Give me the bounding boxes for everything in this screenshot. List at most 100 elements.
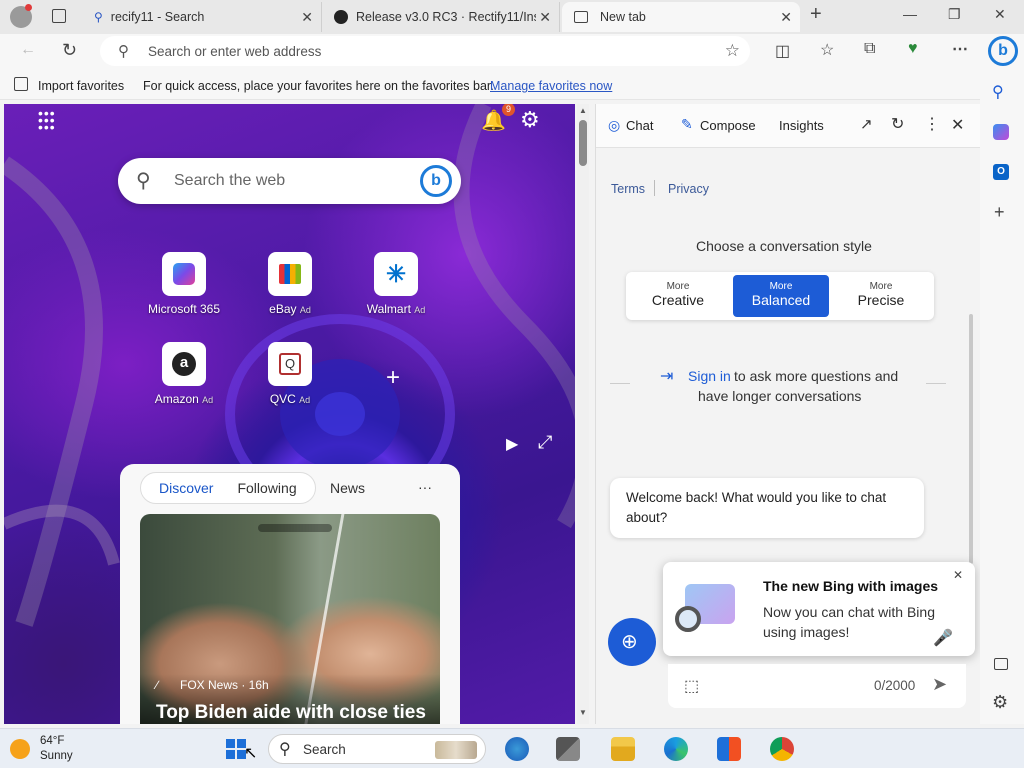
close-tab-icon[interactable]: ✕ (780, 9, 792, 26)
popup-title: The new Bing with images (763, 578, 939, 594)
style-creative-button[interactable]: More Creative (630, 275, 726, 317)
taskbar-search-placeholder: Search (303, 742, 346, 757)
new-tab-plus-icon[interactable]: + (810, 3, 822, 26)
chrome-icon[interactable] (770, 737, 794, 761)
weather-temperature[interactable]: 64°F (40, 735, 64, 747)
file-explorer-icon[interactable] (611, 737, 635, 761)
add-tile-plus-icon[interactable]: + (386, 364, 400, 392)
compose-icon: ✎ (681, 116, 693, 132)
style-balanced-button[interactable]: More Balanced (733, 275, 829, 317)
address-placeholder: Search or enter web address (148, 44, 322, 59)
minimize-icon[interactable]: — (903, 6, 917, 22)
tab-insights[interactable]: Insights (779, 118, 824, 133)
tab-actions-icon[interactable] (52, 9, 66, 23)
outlook-icon[interactable]: O (993, 164, 1009, 180)
weather-description: Sunny (40, 750, 73, 762)
close-tab-icon[interactable]: ✕ (301, 9, 313, 26)
add-sidebar-app-icon[interactable]: + (994, 202, 1005, 223)
tab-new-tab[interactable]: New tab ✕ (562, 2, 800, 32)
image-search-illustration (675, 580, 747, 638)
web-search-box[interactable]: ⚲ Search the web b (118, 158, 461, 204)
news-headline[interactable]: Top Biden aide with close ties (156, 702, 426, 724)
style-precise-button[interactable]: More Precise (833, 275, 929, 317)
tile-qvc[interactable]: Q QVC Ad (245, 342, 335, 406)
tab-chat[interactable]: Chat (626, 118, 653, 133)
tab-news[interactable]: News (318, 480, 377, 496)
collections-icon[interactable]: ⧉ (864, 40, 875, 58)
edge-canary-icon[interactable] (505, 737, 529, 761)
chat-icon: ◎ (608, 117, 621, 133)
tab-following[interactable]: Following (225, 480, 308, 496)
microsoft-store-icon[interactable] (717, 737, 741, 761)
performance-icon[interactable]: ♥ (908, 40, 918, 58)
close-tab-icon[interactable]: ✕ (539, 9, 551, 26)
tab-discover[interactable]: Discover (147, 480, 225, 496)
scroll-up-icon[interactable]: ▲ (579, 106, 587, 115)
sign-in-link[interactable]: Sign in (688, 368, 731, 384)
tile-microsoft-365[interactable]: Microsoft 365 (139, 252, 229, 316)
page-scrollbar[interactable]: ▲ ▼ (577, 104, 589, 724)
apps-launcher-icon[interactable]: ••• ••• ••• (38, 106, 58, 134)
copilot-panel: ◎ Chat ✎ Compose Insights ↗ ↻ ⋮ ✕ Terms … (595, 104, 980, 724)
tab-compose[interactable]: Compose (700, 118, 756, 133)
start-windows-icon[interactable] (226, 739, 246, 759)
news-card[interactable]: ∕ FOX News · 16h Top Biden aide with clo… (140, 514, 440, 724)
refresh-icon[interactable]: ↻ (62, 40, 77, 61)
favorite-star-icon[interactable]: ☆ (725, 41, 740, 61)
privacy-link[interactable]: Privacy (668, 182, 709, 196)
bing-visual-search-icon[interactable]: b (420, 165, 452, 197)
tab-title: New tab (600, 10, 646, 24)
weather-sun-icon[interactable] (10, 739, 30, 759)
chat-input-bar[interactable]: ⬚ 0/2000 ➤ (668, 664, 966, 708)
close-popup-icon[interactable]: ✕ (953, 568, 963, 582)
terms-link[interactable]: Terms (611, 182, 645, 196)
panel-scrollbar[interactable] (969, 314, 973, 564)
hide-sidebar-icon[interactable] (994, 658, 1008, 670)
more-options-icon[interactable]: ⋯ (952, 39, 968, 59)
restore-icon[interactable]: ❐ (948, 6, 961, 23)
edge-browser-icon[interactable] (664, 737, 688, 761)
visual-search-icon[interactable]: ⬚ (684, 676, 699, 696)
task-view-icon[interactable] (556, 737, 580, 761)
divider-right (926, 383, 946, 384)
split-screen-icon[interactable]: ◫ (775, 41, 790, 61)
ad-badge: Ad (414, 305, 426, 315)
tab-search[interactable]: ⚲ recify11 - Search ✕ (86, 2, 322, 32)
ad-badge: Ad (299, 395, 311, 405)
tile-walmart[interactable]: ✳ Walmart Ad (351, 252, 441, 316)
tile-amazon[interactable]: a Amazon Ad (139, 342, 229, 406)
tile-label: Amazon (154, 392, 199, 406)
scroll-down-icon[interactable]: ▼ (579, 708, 587, 717)
play-background-icon[interactable]: ▶ (506, 434, 518, 454)
taskbar-search-box[interactable]: ⚲ Search (268, 734, 486, 764)
bing-copilot-icon[interactable]: b (988, 36, 1018, 66)
back-arrow-icon[interactable]: ← (20, 41, 36, 59)
close-panel-icon[interactable]: ✕ (951, 115, 964, 135)
windows-taskbar: 64°F Sunny ↖ ⚲ Search (0, 728, 1024, 768)
microphone-icon[interactable]: 🎤 (933, 628, 953, 648)
tile-ebay[interactable]: eBay Ad (245, 252, 335, 316)
conversation-style-selector: More Creative More Balanced More Precise (626, 272, 934, 320)
new-topic-button[interactable]: ⊕ (608, 618, 656, 666)
refresh-icon[interactable]: ↻ (891, 114, 904, 134)
address-bar[interactable]: ⚲ Search or enter web address ☆ (100, 36, 750, 66)
tile-label: Microsoft 365 (147, 302, 221, 316)
feed-more-icon[interactable]: ··· (418, 479, 432, 495)
sidebar-settings-gear-icon[interactable]: ⚙ (992, 692, 1008, 713)
favorites-icon[interactable]: ☆ (820, 40, 834, 60)
tab-github-release[interactable]: Release v3.0 RC3 · Rectify11/Inst ✕ (324, 2, 560, 32)
copilot-app-icon[interactable] (993, 124, 1009, 140)
tab-strip: ⚲ recify11 - Search ✕ Release v3.0 RC3 ·… (0, 0, 1024, 34)
expand-icon[interactable]: ⤢ (538, 432, 552, 453)
settings-gear-icon[interactable]: ⚙ (520, 107, 540, 133)
close-window-icon[interactable]: ✕ (994, 6, 1006, 23)
search-highlight-icon (435, 741, 477, 759)
profile-avatar[interactable] (10, 4, 32, 28)
open-in-new-tab-icon[interactable]: ↗ (860, 115, 873, 133)
news-feed: Discover Following News ··· ∕ FOX News ·… (120, 464, 460, 724)
manage-favorites-link[interactable]: Manage favorites now (490, 79, 612, 93)
search-icon[interactable]: ⚲ (992, 82, 1004, 102)
import-favorites-button[interactable]: Import favorites (38, 79, 124, 93)
send-icon[interactable]: ➤ (932, 674, 947, 695)
more-vertical-icon[interactable]: ⋮ (924, 114, 940, 134)
